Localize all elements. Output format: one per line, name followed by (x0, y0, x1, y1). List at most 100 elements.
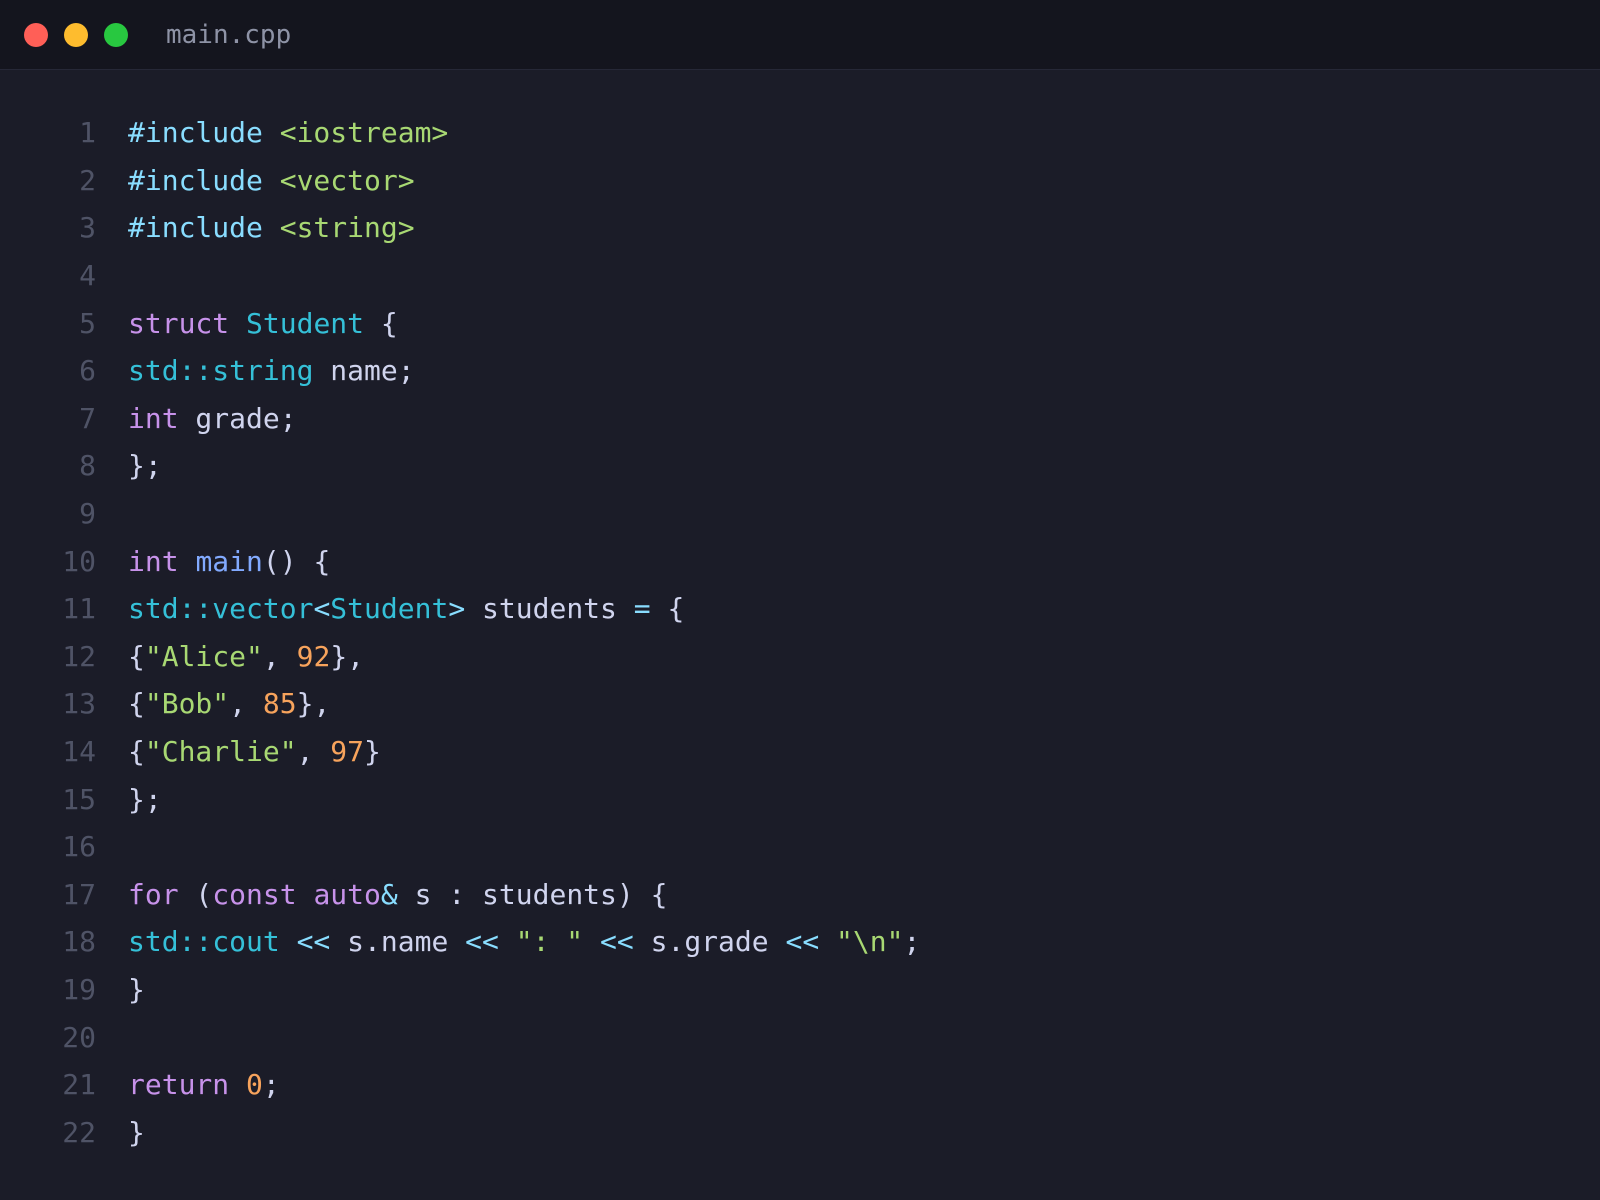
line-number: 18 (62, 925, 96, 959)
editor-window: main.cpp 1 #include <iostream> 2 #include <… (0, 0, 1600, 1200)
code-token: return (128, 1068, 230, 1102)
close-window-button[interactable] (24, 22, 48, 47)
code-line[interactable]: 20 (0, 1013, 1600, 1061)
line-number: 12 (62, 639, 96, 673)
code-line[interactable]: 7 int grade; (0, 395, 1600, 443)
code-token: #include (128, 211, 263, 245)
minimize-window-button[interactable] (64, 22, 88, 47)
code-text: {"Alice", 92}, (128, 640, 364, 673)
line-number: 6 (79, 354, 96, 388)
code-token: ; (903, 925, 921, 959)
code-line[interactable]: 11 std::vector<Student> students = { (0, 585, 1600, 633)
code-token: << (785, 925, 820, 959)
file-name-tab[interactable]: main.cpp (166, 20, 291, 50)
code-token: } (128, 1115, 145, 1149)
code-token: 0 (246, 1068, 263, 1102)
line-number: 7 (79, 401, 96, 435)
code-token: s : students) { (397, 877, 668, 911)
code-token: int (128, 544, 179, 578)
line-number: 4 (79, 259, 96, 293)
code-line[interactable]: 21 return 0; (0, 1061, 1600, 1109)
code-token: s.name (330, 925, 466, 959)
line-number: 16 (62, 830, 96, 864)
code-line[interactable]: 18 std::cout << s.name << ": " << s.grade… (0, 918, 1600, 966)
code-token: for (128, 877, 179, 911)
code-line[interactable]: 1 #include <iostream> (0, 109, 1600, 157)
code-line[interactable]: 17 for (const auto& s : students) { (0, 871, 1600, 919)
code-token: 92 (296, 639, 331, 673)
code-token: << (600, 925, 634, 959)
line-number: 17 (62, 877, 96, 911)
code-token: auto (313, 877, 381, 911)
code-token: , (296, 735, 331, 769)
code-token: { (650, 592, 685, 626)
line-number: 11 (62, 592, 96, 626)
code-token: }, (296, 687, 331, 721)
code-line[interactable]: 9 (0, 490, 1600, 538)
code-token: "\n" (836, 925, 904, 959)
code-text: std::string name; (128, 354, 415, 387)
code-line[interactable]: 15}; (0, 775, 1600, 823)
code-line[interactable]: 22} (0, 1108, 1600, 1156)
code-text: std::cout << s.name << ": " << s.grade <… (128, 925, 920, 958)
code-line[interactable]: 12 {"Alice", 92}, (0, 633, 1600, 681)
code-text: } (128, 973, 145, 1006)
code-token: , (229, 687, 263, 721)
code-token: { (128, 687, 145, 721)
code-text: }; (128, 783, 162, 816)
code-token: <iostream> (279, 116, 449, 150)
code-token: #include (128, 163, 263, 197)
line-number: 3 (79, 211, 96, 245)
code-token: std::cout (128, 925, 280, 959)
code-text: {"Charlie", 97} (128, 735, 381, 768)
code-token: << (296, 925, 331, 959)
code-line[interactable]: 19} (0, 966, 1600, 1014)
code-token: ; (262, 1068, 280, 1102)
code-token: int (128, 401, 179, 435)
code-token: const (212, 877, 297, 911)
line-number: 22 (62, 1115, 96, 1149)
code-text: #include <string> (128, 211, 415, 244)
code-token: 97 (330, 735, 365, 769)
code-line[interactable]: 13 {"Bob", 85}, (0, 680, 1600, 728)
code-line[interactable]: 3 #include <string> (0, 204, 1600, 252)
title-bar: main.cpp (0, 0, 1600, 70)
code-text: int grade; (128, 402, 297, 435)
code-token: "Charlie" (144, 735, 297, 769)
line-number: 13 (62, 687, 96, 721)
code-line[interactable]: 14 {"Charlie", 97} (0, 728, 1600, 776)
code-line[interactable]: 10 int main() { (0, 537, 1600, 585)
code-token: main (195, 544, 263, 578)
code-line[interactable]: 5 struct Student { (0, 299, 1600, 347)
line-number: 5 (79, 306, 96, 340)
code-token: & (380, 877, 398, 911)
line-number: 14 (62, 735, 96, 769)
code-token: ": " (515, 925, 584, 959)
line-number: 20 (62, 1020, 96, 1054)
code-editor[interactable]: 1 #include <iostream> 2 #include <vector> 3 #… (0, 70, 1600, 1156)
line-number: 2 (79, 163, 96, 197)
code-line[interactable]: 8}; (0, 442, 1600, 490)
code-token: students (465, 592, 634, 626)
code-token: ( (178, 877, 213, 911)
code-token: <vector> (279, 163, 415, 197)
code-text: #include <vector> (128, 164, 415, 197)
code-line[interactable]: 4 (0, 252, 1600, 300)
code-line[interactable]: 6 std::string name; (0, 347, 1600, 395)
code-text: #include <iostream> (128, 116, 448, 149)
code-text: struct Student { (128, 307, 398, 340)
code-text: std::vector<Student> students = { (128, 592, 684, 625)
code-token: }; (128, 782, 162, 816)
line-number: 8 (79, 449, 96, 483)
maximize-window-button[interactable] (104, 22, 128, 47)
code-line[interactable]: 16 (0, 823, 1600, 871)
code-line[interactable]: 2 #include <vector> (0, 157, 1600, 205)
line-number: 9 (79, 497, 96, 531)
code-token: s.grade (633, 925, 786, 959)
